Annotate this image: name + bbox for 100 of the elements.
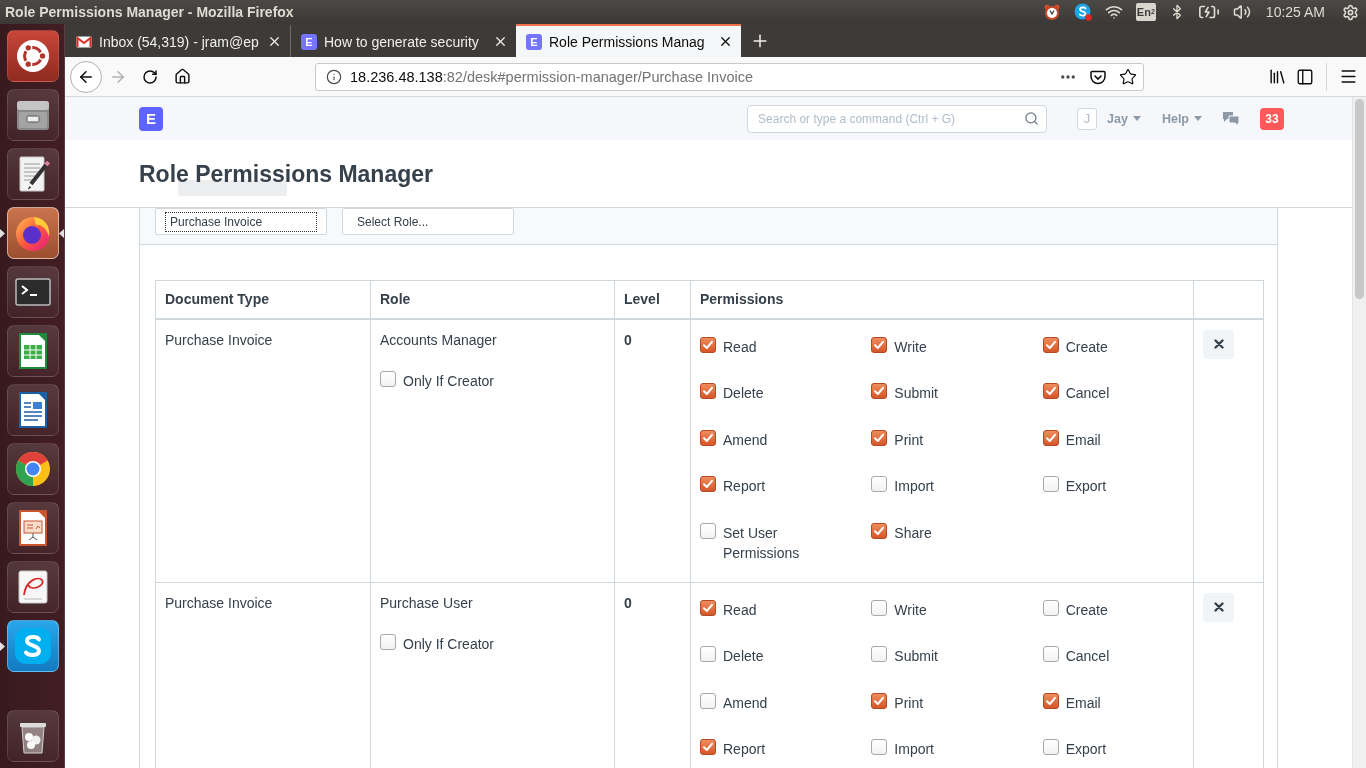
checkbox[interactable]	[1042, 599, 1059, 616]
permission-label: Set User Permissions	[723, 523, 801, 563]
permission-label: Cancel	[1065, 647, 1110, 666]
permission-label: Delete	[723, 384, 764, 403]
column-header: Permissions	[700, 290, 784, 310]
checkbox[interactable]	[380, 370, 396, 387]
role-name: Accounts Manager	[380, 330, 497, 350]
remove-button[interactable]	[1203, 592, 1234, 622]
checkbox[interactable]	[700, 383, 716, 399]
permission-label: Share	[894, 523, 932, 543]
checkbox[interactable]	[700, 692, 716, 709]
permission-label: Import	[894, 740, 934, 759]
search-icon[interactable]	[1024, 110, 1040, 126]
permission-label: Report	[723, 477, 766, 496]
checkbox[interactable]	[700, 336, 716, 353]
remove-button[interactable]	[1203, 329, 1234, 359]
home-icon[interactable]	[173, 68, 191, 85]
permission-label: Report	[723, 740, 766, 759]
permission-label: Write	[894, 600, 927, 620]
launcher-button[interactable]	[7, 89, 59, 141]
scrollbar-track[interactable]	[1352, 97, 1366, 768]
checkbox[interactable]	[700, 429, 716, 446]
permission-label: Cancel	[1065, 384, 1110, 403]
permission-label: Read	[723, 337, 757, 357]
back-button[interactable]	[70, 60, 102, 93]
close-icon[interactable]	[493, 34, 508, 49]
checkbox[interactable]	[380, 633, 396, 650]
app-logo[interactable]: E	[139, 106, 163, 131]
browser-tab[interactable]: E Role Permissions Manag	[516, 24, 741, 57]
caret-icon	[1132, 116, 1141, 121]
volume-icon[interactable]	[1232, 3, 1251, 21]
permission-label: Export	[1065, 477, 1107, 496]
checkbox[interactable]	[871, 599, 888, 616]
checkbox[interactable]	[1042, 383, 1059, 399]
launcher-button[interactable]	[7, 561, 59, 613]
close-icon[interactable]	[718, 34, 733, 49]
launcher-button[interactable]	[7, 325, 59, 377]
checkbox[interactable]	[871, 692, 888, 709]
window-title: Role Permissions Manager - Mozilla Firefox	[5, 4, 294, 20]
checkbox[interactable]	[871, 739, 888, 755]
checkbox[interactable]	[1042, 692, 1059, 709]
launcher-button[interactable]	[7, 30, 59, 82]
permission-label: Create	[1065, 337, 1108, 357]
checkbox[interactable]	[871, 336, 888, 353]
wifi-icon[interactable]	[1104, 3, 1123, 21]
checkbox[interactable]	[700, 522, 716, 539]
chat-s-logo-icon	[12, 625, 54, 667]
checkbox[interactable]	[700, 646, 716, 662]
chat-icon[interactable]	[1222, 111, 1240, 126]
permission-label: Amend	[723, 430, 768, 450]
launcher-button[interactable]	[7, 443, 59, 495]
checkbox[interactable]	[871, 646, 888, 662]
permission-label: Print	[894, 430, 924, 450]
launcher-button[interactable]	[7, 384, 59, 436]
checkbox[interactable]	[1042, 429, 1059, 446]
search-field[interactable]: Search or type a command (Ctrl + G)	[747, 104, 1048, 133]
permission-label: Submit	[894, 647, 938, 666]
launcher-button[interactable]	[7, 148, 59, 200]
document-type-text: Purchase Invoice	[165, 330, 273, 350]
checkbox[interactable]	[871, 429, 888, 446]
settings-icon[interactable]	[1342, 3, 1359, 21]
checkbox[interactable]	[700, 476, 716, 492]
checkbox-label: Only If Creator	[403, 634, 495, 654]
clock-time[interactable]: 10:25 AM	[1265, 4, 1325, 20]
close-icon	[1213, 339, 1224, 349]
permission-label: Submit	[894, 384, 938, 403]
checkbox[interactable]	[1042, 336, 1059, 353]
close-icon[interactable]	[267, 34, 282, 49]
launcher-button[interactable]	[7, 710, 59, 762]
permission-label: Import	[894, 477, 934, 496]
address-bar[interactable]: 18.236.48.138:82/desk#permission-manager/Purchase Invoice	[315, 62, 1144, 91]
checkbox[interactable]	[700, 599, 716, 616]
browser-tab[interactable]: E How to generate security	[291, 24, 516, 57]
checkbox[interactable]	[1042, 646, 1059, 662]
alarm-clock-icon[interactable]	[1042, 3, 1061, 21]
select-field[interactable]: Select Role...	[342, 208, 514, 235]
scrollbar-thumb[interactable]	[1355, 99, 1364, 299]
library-icon[interactable]	[1268, 67, 1287, 86]
checkbox[interactable]	[871, 522, 888, 539]
info-icon[interactable]	[326, 68, 342, 85]
launcher-button[interactable]	[7, 502, 59, 554]
checkbox[interactable]	[1042, 476, 1059, 492]
chat-s-logo-icon[interactable]	[1073, 3, 1092, 21]
star-icon[interactable]	[1119, 67, 1137, 86]
permission-label: Amend	[723, 693, 768, 713]
checkbox[interactable]	[871, 476, 888, 492]
permission-label: Email	[1065, 430, 1101, 450]
menu-icon[interactable]	[1339, 67, 1358, 86]
select-field[interactable]: Purchase Invoice	[155, 208, 327, 235]
level-value: 0	[624, 593, 632, 613]
url-text: 18.236.48.138:82/desk#permission-manager/Purchase Invoice	[350, 68, 754, 85]
checkbox[interactable]	[700, 739, 716, 755]
sidebar-icon[interactable]	[1296, 67, 1314, 86]
reload-icon[interactable]	[142, 68, 158, 85]
close-icon	[1213, 602, 1224, 612]
site-favicon: E	[301, 33, 317, 50]
checkbox[interactable]	[1042, 739, 1059, 755]
level-value: 0	[624, 330, 632, 350]
permission-label: Create	[1065, 600, 1108, 620]
checkbox[interactable]	[871, 383, 888, 399]
